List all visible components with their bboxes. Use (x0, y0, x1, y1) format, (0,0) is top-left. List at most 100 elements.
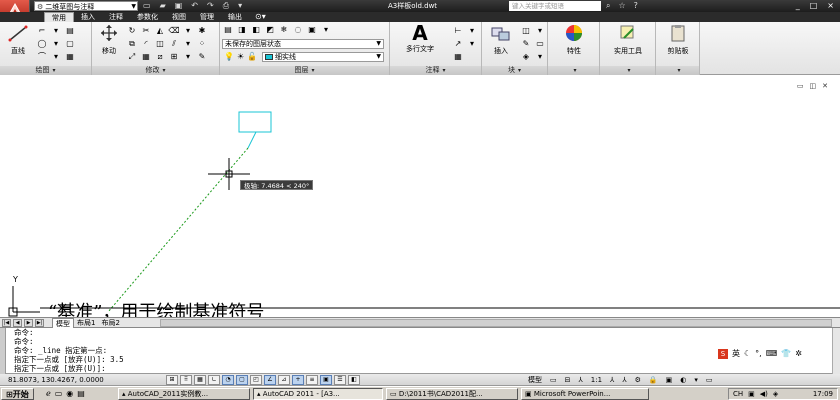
dropdown-arrow-icon[interactable]: ▾ (182, 38, 194, 49)
keyboard-icon[interactable]: ⌨ (766, 349, 778, 358)
ortho-toggle[interactable]: ∟ (208, 375, 220, 385)
taskbar-button[interactable]: ▭ D:\2011书\CAD2011配... (386, 388, 518, 400)
datum-box[interactable] (238, 111, 272, 133)
table-icon[interactable]: ▦ (64, 51, 76, 62)
dropdown-arrow-icon[interactable]: ▾ (466, 38, 478, 49)
copy-icon[interactable]: ⧉ (126, 38, 138, 49)
explode-icon[interactable]: ✱ (196, 25, 208, 36)
block-attr-icon[interactable]: ▭ (534, 38, 546, 49)
layers-panel-title[interactable]: 图层 ▾ (220, 66, 389, 75)
quick-view-drawings-icon[interactable]: ⊟ (565, 374, 571, 386)
taskbar-button[interactable]: ▴ AutoCAD_2011实例教... (118, 388, 250, 400)
layer-lock-icon[interactable]: ▣ (306, 24, 318, 35)
ime-mode[interactable]: 英 (732, 348, 740, 359)
insert-block-button[interactable]: 插入 (486, 24, 516, 56)
lock-icon[interactable]: 🔒 (649, 374, 658, 386)
command-line-grip[interactable] (0, 328, 6, 374)
lock-icon[interactable]: 🔓 (247, 52, 257, 61)
circle-icon[interactable]: ◯ (36, 38, 48, 49)
save-icon[interactable]: ▣ (175, 0, 183, 12)
taskbar-button[interactable]: ▴ AutoCAD 2011 - [A3... (253, 388, 383, 400)
edit-block-icon[interactable]: ✎ (520, 38, 532, 49)
datum-leader[interactable] (247, 131, 257, 149)
ie-icon[interactable]: ℯ (46, 388, 51, 400)
object-snap-toggle[interactable]: ▢ (236, 375, 248, 385)
table-icon[interactable]: ▦ (452, 51, 464, 62)
ime-tray-icon[interactable]: CH (733, 389, 743, 399)
annotation-scale[interactable]: 1:1 (591, 374, 602, 386)
utilities-button[interactable]: 实用工具 (606, 24, 650, 56)
open-icon[interactable]: ▰ (160, 0, 166, 12)
selection-cycling-toggle[interactable]: ◧ (348, 375, 360, 385)
layer-freeze-icon[interactable]: ❄ (278, 24, 290, 35)
isolate-objects-icon[interactable]: ◐ (680, 374, 686, 386)
draw-panel-title[interactable]: 绘图 ▾ (0, 66, 91, 75)
make-current-icon[interactable]: ◨ (236, 24, 248, 35)
help-icon[interactable]: ? (634, 0, 638, 12)
fillet-icon[interactable]: ◜ (140, 38, 152, 49)
next-layout-icon[interactable]: ▶ (24, 319, 33, 327)
qat-dropdown-icon[interactable]: ▾ (238, 0, 242, 12)
hardware-acceleration-icon[interactable]: ▣ (666, 374, 673, 386)
line-button[interactable]: 直线 (4, 24, 32, 56)
array-rect-icon[interactable]: ▦ (140, 51, 152, 62)
create-block-icon[interactable]: ◫ (520, 25, 532, 36)
network-icon[interactable]: ▣ (748, 389, 755, 399)
object-snap-tracking-toggle[interactable]: ∠ (264, 375, 276, 385)
properties-panel-title[interactable]: ▾ (548, 66, 599, 75)
coordinate-readout[interactable]: 81.8073, 130.4267, 0.0000 (8, 374, 104, 386)
workspace-switcher[interactable]: ⚙ 二维草图与注释 ▼ (34, 1, 138, 11)
dropdown-arrow-icon[interactable]: ▾ (466, 25, 478, 36)
move-button[interactable]: 移动 (94, 24, 124, 56)
auto-scale-icon[interactable]: ⅄ (622, 374, 626, 386)
dropdown-arrow-icon[interactable]: ▾ (534, 51, 546, 62)
infer-constraints-toggle[interactable]: ⊞ (166, 375, 178, 385)
command-line[interactable]: 命令: 命令: 命令: _line 指定第一点: 指定下一点或 [放弃(U)]:… (0, 328, 840, 374)
workspace-switching-icon[interactable]: ⚙ (635, 374, 641, 386)
lineweight-toggle[interactable]: ≡ (306, 375, 318, 385)
trim-icon[interactable]: ✂ (140, 25, 152, 36)
redo-icon[interactable]: ↷ (207, 0, 214, 12)
first-layout-icon[interactable]: |◀ (2, 319, 11, 327)
layer-isolate-icon[interactable]: ◩ (264, 24, 276, 35)
layer-state-dropdown[interactable]: 未保存的图层状态 ▼ (222, 39, 384, 49)
dropdown-arrow-icon[interactable]: ▾ (182, 51, 194, 62)
region-icon[interactable]: ▢ (64, 38, 76, 49)
modify-panel-title[interactable]: 修改 ▾ (92, 66, 219, 75)
rotate-icon[interactable]: ↻ (126, 25, 138, 36)
sogou-icon[interactable]: S (718, 348, 728, 359)
help-search-input[interactable]: 键入关键字或短语 (509, 1, 601, 11)
dropdown-arrow-icon[interactable]: ▾ (50, 51, 62, 62)
dropdown-arrow-icon[interactable]: ▾ (50, 38, 62, 49)
quick-view-layouts-icon[interactable]: ▭ (550, 374, 557, 386)
polyline-icon[interactable]: ⌐ (36, 25, 48, 36)
hatch-icon[interactable]: ▤ (64, 25, 76, 36)
punctuation-icon[interactable]: °, (755, 349, 762, 358)
clipboard-panel-title[interactable]: ▾ (656, 66, 699, 75)
dynamic-input-toggle[interactable]: + (292, 375, 304, 385)
drawing-canvas[interactable]: ▭ ◫ ✕ Y 极轴: 7.4684 < 240° “基准”，用于绘制基准符号 (0, 76, 840, 317)
mirror-icon[interactable]: ◭ (154, 25, 166, 36)
minimize-button[interactable]: _ (796, 0, 800, 12)
tools-icon[interactable]: ✲ (795, 349, 802, 358)
new-icon[interactable]: ▭ (143, 0, 151, 12)
arc-icon[interactable]: ⌒ (36, 51, 48, 62)
undo-icon[interactable]: ↶ (191, 0, 198, 12)
stretch-icon[interactable]: ◫ (154, 38, 166, 49)
annotation-visibility-icon[interactable]: ⅄ (610, 374, 614, 386)
current-layer-dropdown[interactable]: 细实线 ▼ (262, 52, 384, 62)
skin-icon[interactable]: 👕 (781, 349, 791, 358)
annotation-panel-title[interactable]: 注释 ▾ (390, 66, 481, 75)
close-button[interactable]: × (827, 0, 834, 12)
offset-icon[interactable]: ⫽ (168, 38, 180, 49)
join-icon[interactable]: ⊞ (168, 51, 180, 62)
clipboard-button[interactable]: 剪贴板 (660, 24, 696, 56)
dimension-icon[interactable]: ⊢ (452, 25, 464, 36)
dropdown-arrow-icon[interactable]: ▾ (50, 25, 62, 36)
horizontal-scrollbar[interactable] (160, 319, 832, 327)
attribute-icon[interactable]: ◈ (520, 51, 532, 62)
media-icon[interactable]: ◉ (66, 388, 73, 400)
scale-icon[interactable]: ⤢ (126, 51, 138, 62)
break-icon[interactable]: ⧄ (154, 51, 166, 62)
grid-toggle[interactable]: ▦ (194, 375, 206, 385)
